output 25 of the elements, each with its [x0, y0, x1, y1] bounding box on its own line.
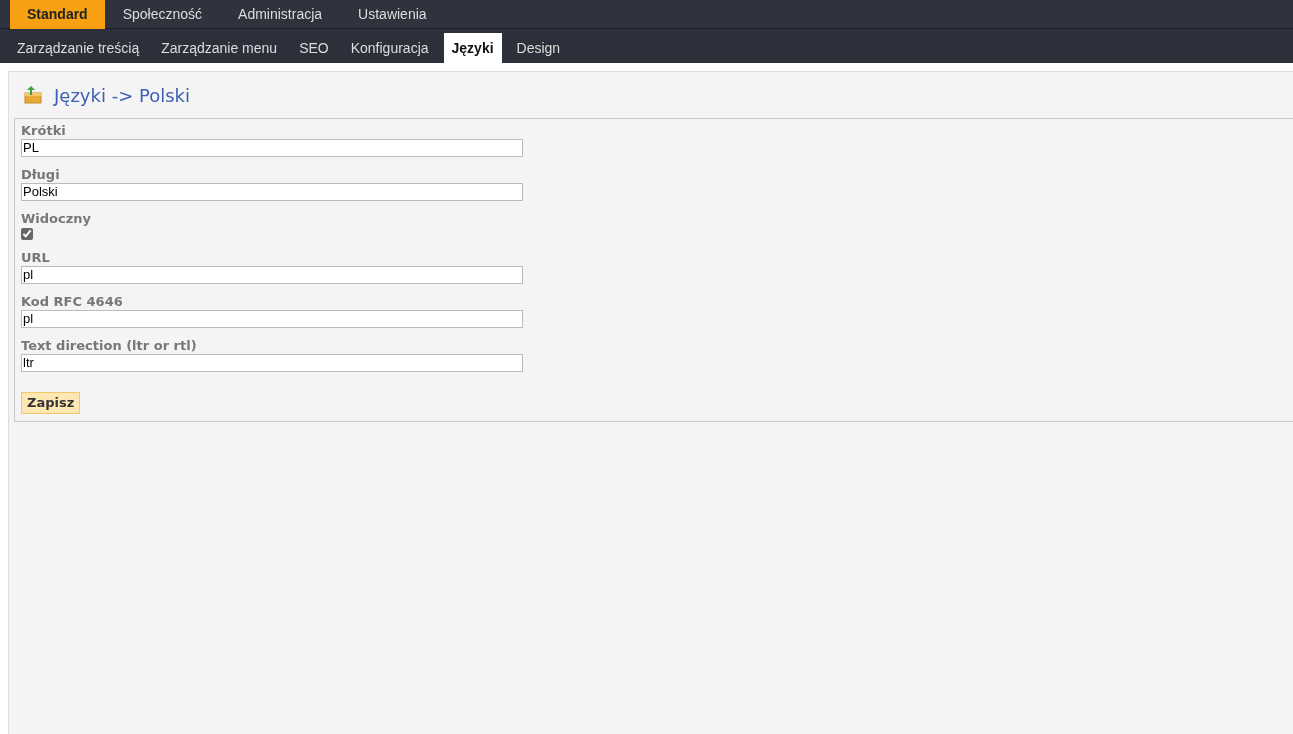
text-field[interactable]: ltr: [21, 354, 523, 372]
text-field[interactable]: pl: [21, 310, 523, 328]
page-title: Języki -> Polski: [54, 83, 190, 108]
folder-arrow-icon: [24, 86, 42, 104]
submenu-tab[interactable]: SEO: [291, 33, 337, 63]
field-label: Długi: [21, 167, 60, 183]
visible-checkbox[interactable]: [21, 228, 33, 240]
field-label: Kod RFC 4646: [21, 294, 123, 310]
submenu-tab[interactable]: Design: [508, 33, 569, 63]
field-label: URL: [21, 250, 50, 266]
field-label: Widoczny: [21, 211, 92, 227]
main-menu-tab[interactable]: Ustawienia: [340, 0, 445, 29]
field-label: Krótki: [21, 123, 66, 139]
submenu-tab[interactable]: Zarządzanie menu: [153, 33, 286, 63]
main-menu-tab[interactable]: Standard: [10, 0, 105, 29]
main-menu-tab[interactable]: Społeczność: [104, 0, 221, 29]
text-field[interactable]: PL: [21, 139, 523, 157]
save-button[interactable]: Zapisz: [21, 392, 81, 414]
field-label: Text direction (ltr or rtl): [21, 338, 197, 354]
submenu-tab[interactable]: Konfiguracja: [342, 33, 437, 63]
submenu-tab[interactable]: Języki: [443, 33, 502, 63]
submenu-tab[interactable]: Zarządzanie treścią: [9, 33, 148, 63]
main-menu-tab[interactable]: Administracja: [220, 0, 341, 29]
text-field[interactable]: pl: [21, 266, 523, 284]
text-field[interactable]: Polski: [21, 183, 523, 201]
